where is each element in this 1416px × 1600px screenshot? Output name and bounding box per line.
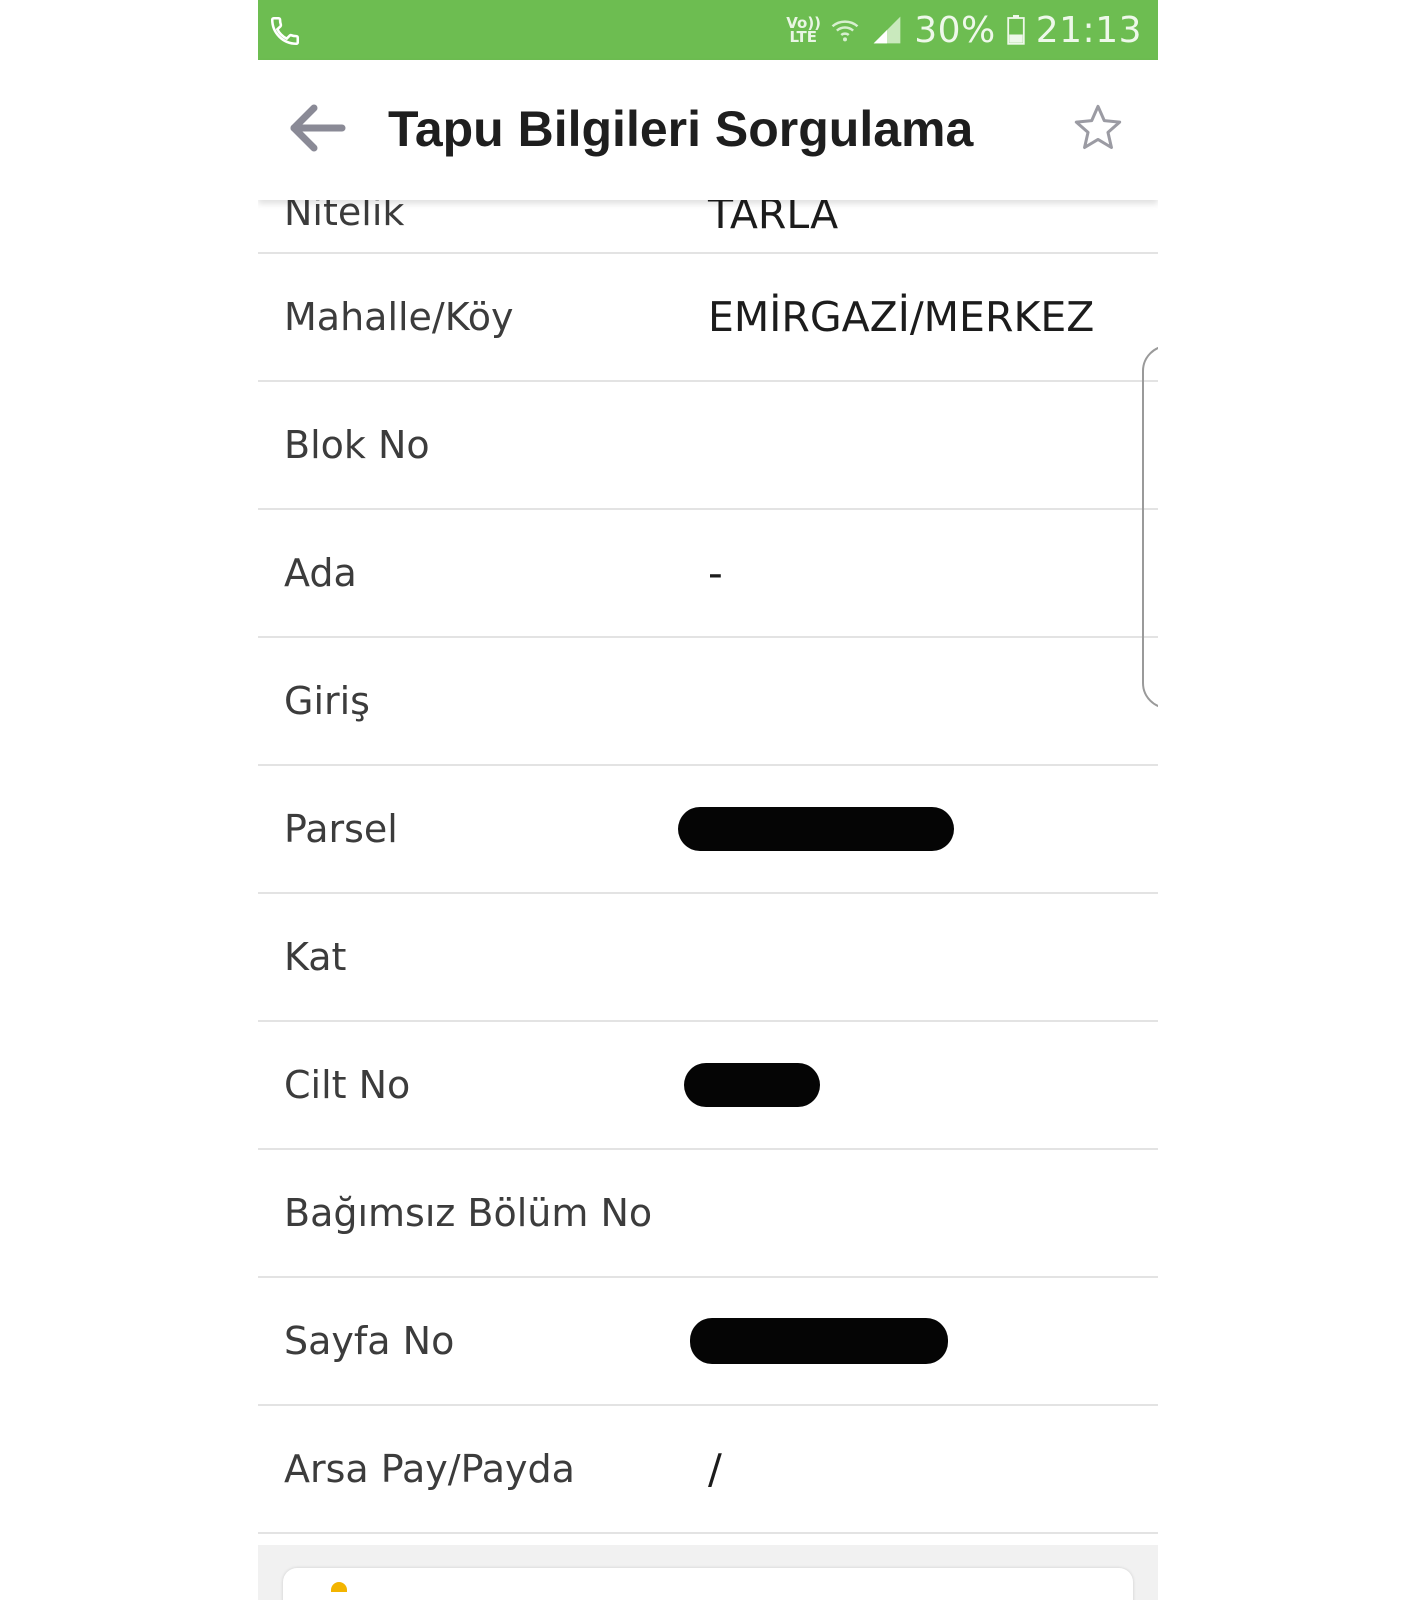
star-outline-icon[interactable]	[1072, 102, 1124, 154]
battery-percent: 30%	[914, 9, 996, 51]
wifi-icon	[831, 20, 859, 42]
row-sayfa-no: Sayfa No	[258, 1278, 1158, 1406]
row-ada: Ada -	[258, 510, 1158, 638]
row-label: Mahalle/Köy	[284, 295, 514, 339]
row-arsa-pay-payda: Arsa Pay/Payda /	[258, 1406, 1158, 1534]
page-title: Tapu Bilgileri Sorgulama	[388, 101, 974, 157]
row-bagimsiz-bolum-no: Bağımsız Bölüm No	[258, 1150, 1158, 1278]
row-giris: Giriş	[258, 638, 1158, 766]
row-value: /	[708, 1445, 722, 1493]
row-label: Arsa Pay/Payda	[284, 1447, 575, 1491]
app-bar: Tapu Bilgileri Sorgulama	[258, 60, 1158, 200]
battery-icon	[1007, 15, 1025, 45]
row-kat: Kat	[258, 894, 1158, 1022]
phone-screen: Vo)) LTE 30% 21:13 Tapu Bilgileri Sorgul…	[258, 0, 1158, 1600]
row-label: Parsel	[284, 807, 398, 851]
redaction-mark	[690, 1318, 948, 1364]
phone-call-icon	[270, 16, 300, 46]
status-bar: Vo)) LTE 30% 21:13	[258, 0, 1158, 60]
volte-lte-icon: Vo)) LTE	[786, 14, 822, 46]
redaction-mark	[678, 807, 954, 851]
row-label: Sayfa No	[284, 1319, 455, 1363]
row-mahalle-koy: Mahalle/Köy EMİRGAZİ/MERKEZ	[258, 254, 1158, 382]
warning-icon	[331, 1582, 347, 1592]
row-label: Ada	[284, 551, 357, 595]
arrow-left-icon[interactable]	[286, 100, 346, 156]
edge-panel-handle[interactable]	[1142, 345, 1158, 709]
row-label: Kat	[284, 935, 347, 979]
row-label: Bağımsız Bölüm No	[284, 1191, 653, 1235]
cell-signal-icon	[873, 16, 901, 44]
row-cilt-no: Cilt No	[258, 1022, 1158, 1150]
row-label: Cilt No	[284, 1063, 411, 1107]
row-label: Giriş	[284, 679, 370, 723]
property-info-list: Nitelik TARLA Mahalle/Köy EMİRGAZİ/MERKE…	[258, 130, 1158, 1534]
row-parsel: Parsel	[258, 766, 1158, 894]
clock-time: 21:13	[1035, 9, 1142, 51]
row-value: EMİRGAZİ/MERKEZ	[708, 293, 1095, 341]
redaction-mark	[684, 1063, 820, 1107]
row-label: Blok No	[284, 423, 430, 467]
row-blok-no: Blok No	[258, 382, 1158, 510]
row-value: -	[708, 549, 723, 597]
bottom-card[interactable]	[283, 1568, 1133, 1600]
